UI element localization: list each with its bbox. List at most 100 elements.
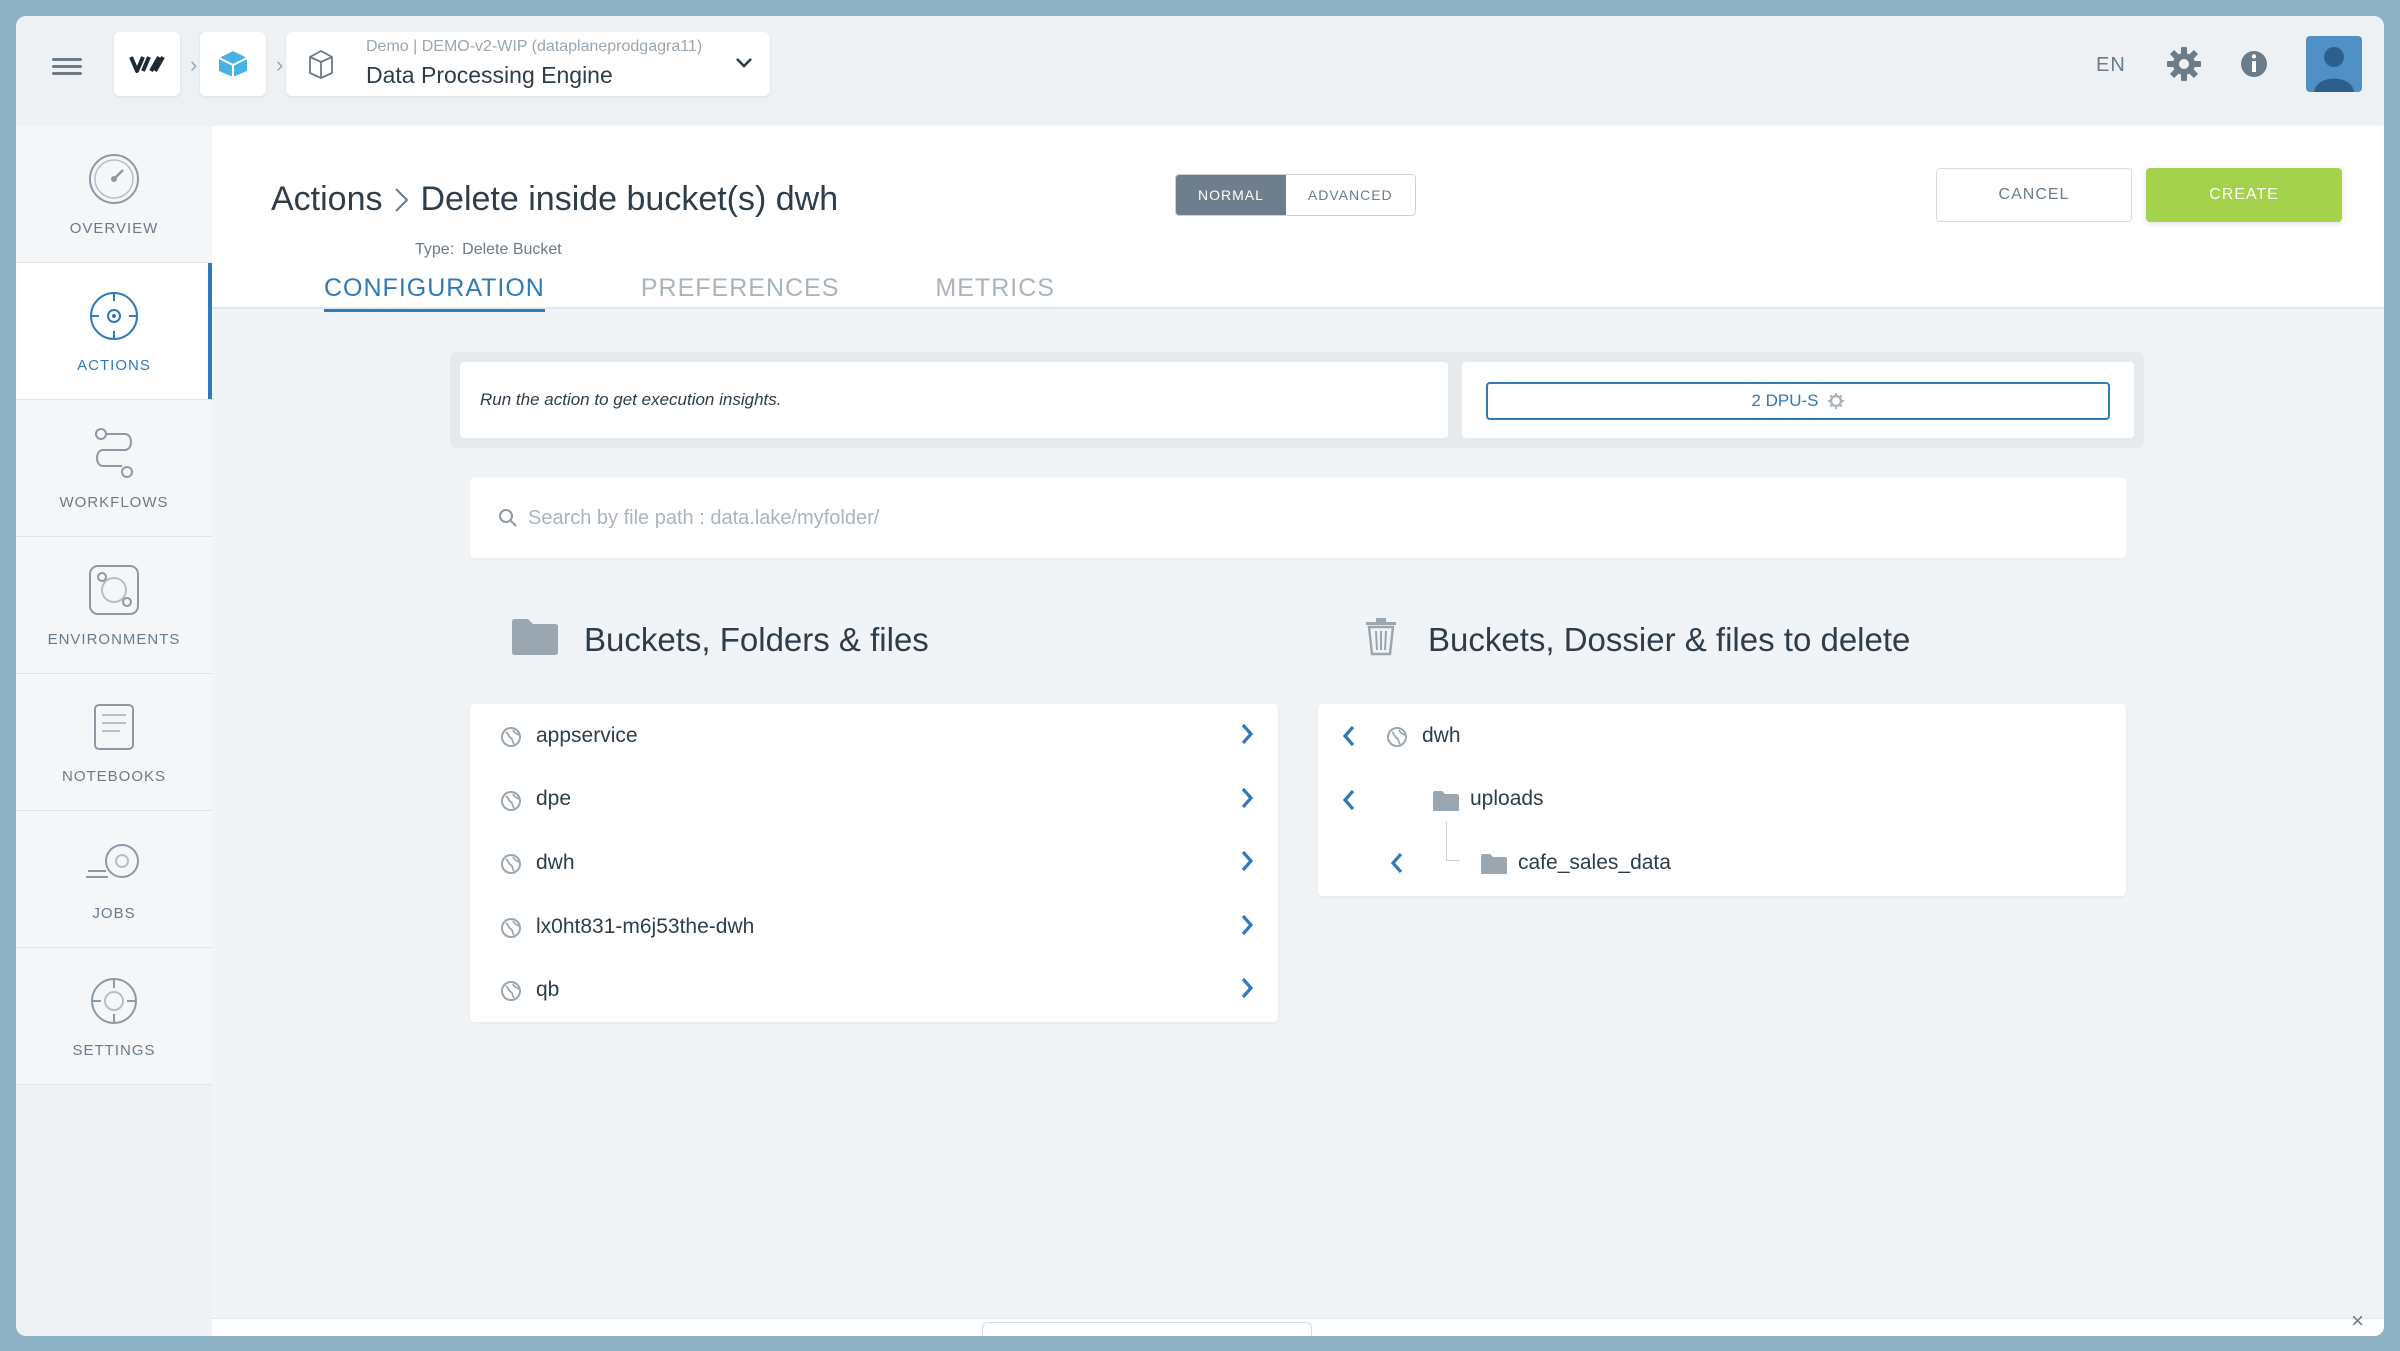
bucket-name: qb xyxy=(536,978,560,1002)
delete-row-uploads[interactable]: uploads xyxy=(1318,768,2126,832)
chevron-left-icon[interactable] xyxy=(1390,851,1404,875)
bucket-row-lx0ht831[interactable]: lx0ht831-m6j53the-dwh xyxy=(470,895,1278,959)
delete-item-name: cafe_sales_data xyxy=(1518,850,1671,874)
top-bar: › › Demo | DEMO-v2-WIP (dataplaneprodgag… xyxy=(16,16,2384,126)
bucket-globe-icon xyxy=(1387,727,1407,747)
notebook-icon xyxy=(94,703,134,750)
folder-icon xyxy=(1433,790,1459,811)
project-name: Data Processing Engine xyxy=(366,62,613,88)
delete-section-title: Buckets, Dossier & files to delete xyxy=(1428,621,1911,658)
tab-metrics[interactable]: METRICS xyxy=(935,274,1055,312)
sidebar-item-label: OVERVIEW xyxy=(69,219,159,237)
settings-icon xyxy=(91,977,137,1024)
action-type: Type: Delete Bucket xyxy=(415,241,562,259)
bucket-name: appservice xyxy=(536,723,638,747)
sidebar-item-label: ACTIONS xyxy=(77,356,151,374)
sidebar-item-label: NOTEBOOKS xyxy=(61,767,167,785)
bucket-row-appservice[interactable]: appservice xyxy=(470,704,1278,768)
bucket-name: dwh xyxy=(536,850,575,874)
sidebar-item-workflows[interactable]: WORKFLOWS xyxy=(16,400,212,537)
mode-toggle: NORMAL ADVANCED xyxy=(1175,174,1416,216)
tab-configuration[interactable]: CONFIGURATION xyxy=(324,274,545,312)
search-input[interactable] xyxy=(528,506,2028,530)
sidebar-item-label: WORKFLOWS xyxy=(59,493,169,511)
bucket-globe-icon xyxy=(501,854,521,875)
source-section-header: Buckets, Folders & files xyxy=(510,616,929,664)
delete-item-name: dwh xyxy=(1422,723,1461,747)
trash-icon xyxy=(1366,618,1396,656)
type-label: Type: xyxy=(415,241,455,258)
action-title: Delete inside bucket(s) dwh xyxy=(420,180,839,218)
project-meta: Demo | DEMO-v2-WIP (dataplaneprodgagra11… xyxy=(366,38,703,55)
chevron-right-icon xyxy=(394,187,408,212)
breadcrumb-separator: › xyxy=(190,52,198,77)
tab-bar: CONFIGURATION PREFERENCES METRICS xyxy=(324,274,1151,312)
info-icon[interactable] xyxy=(2234,44,2274,84)
gear-icon[interactable] xyxy=(2164,44,2204,84)
chevron-right-icon[interactable] xyxy=(1240,913,1254,937)
sidebar-item-label: JOBS xyxy=(92,904,136,922)
chevron-right-icon[interactable] xyxy=(1240,722,1254,746)
type-value: Delete Bucket xyxy=(462,241,562,258)
sidebar-item-settings[interactable]: SETTINGS xyxy=(16,948,212,1085)
mode-normal-button[interactable]: NORMAL xyxy=(1176,175,1286,215)
sidebar-item-actions[interactable]: ACTIONS xyxy=(16,263,212,400)
tree-connector xyxy=(1446,821,1460,862)
menu-icon[interactable] xyxy=(52,54,82,80)
dpu-button[interactable]: 2 DPU-S xyxy=(1486,382,2110,420)
chevron-down-icon[interactable] xyxy=(734,56,754,70)
user-avatar-icon xyxy=(2314,47,2354,92)
sidebar-item-environments[interactable]: ENVIRONMENTS xyxy=(16,537,212,674)
file-search-bar xyxy=(470,478,2126,558)
tab-preferences[interactable]: PREFERENCES xyxy=(641,274,840,312)
jobs-icon xyxy=(86,843,139,878)
breadcrumb-actions[interactable]: Actions xyxy=(271,180,383,219)
bucket-row-dwh[interactable]: dwh xyxy=(470,831,1278,895)
home-crumb[interactable] xyxy=(200,32,266,96)
sidebar-item-label: ENVIRONMENTS xyxy=(47,630,181,648)
page-title: Actions Delete inside bucket(s) dwh xyxy=(271,180,838,219)
folder-icon xyxy=(512,619,558,655)
sidebar-item-notebooks[interactable]: NOTEBOOKS xyxy=(16,674,212,811)
bucket-row-qb[interactable]: qb xyxy=(470,958,1278,1022)
folder-icon xyxy=(1481,854,1507,875)
search-icon xyxy=(499,509,517,527)
bucket-globe-icon xyxy=(501,727,521,747)
cog-icon xyxy=(1827,393,1844,409)
source-list: appservice dpe dwh lx0ht831-m6j53the-dwh xyxy=(470,704,1278,1022)
chevron-right-icon[interactable] xyxy=(1240,976,1254,1000)
mode-advanced-button[interactable]: ADVANCED xyxy=(1285,175,1415,215)
delete-section-header: Buckets, Dossier & files to delete xyxy=(1364,616,1910,664)
source-section-title: Buckets, Folders & files xyxy=(584,621,929,658)
avatar[interactable] xyxy=(2306,36,2362,92)
drawer-handle[interactable] xyxy=(982,1322,1312,1336)
chevron-right-icon[interactable] xyxy=(1240,849,1254,873)
breadcrumb-separator: › xyxy=(276,52,284,77)
sidebar: OVERVIEW ACTIONS WORKFLOWS ENVIRONMENTS … xyxy=(16,126,212,1085)
delete-row-cafe-sales-data[interactable]: cafe_sales_data xyxy=(1318,821,2126,895)
delete-row-dwh[interactable]: dwh xyxy=(1318,704,2126,768)
logo-icon xyxy=(129,56,165,73)
target-icon xyxy=(90,291,138,340)
sidebar-item-overview[interactable]: OVERVIEW xyxy=(16,126,212,263)
chevron-left-icon[interactable] xyxy=(1342,724,1356,748)
create-button[interactable]: CREATE xyxy=(2146,168,2342,222)
sidebar-item-label: SETTINGS xyxy=(72,1041,156,1059)
chevron-right-icon[interactable] xyxy=(1240,786,1254,810)
app-window: › › Demo | DEMO-v2-WIP (dataplaneprodgag… xyxy=(16,16,2384,1336)
cancel-button[interactable]: CANCEL xyxy=(1936,168,2132,222)
chevron-left-icon[interactable] xyxy=(1342,788,1356,812)
delete-list: dwh uploads cafe_sales_data xyxy=(1318,704,2126,896)
cube-icon xyxy=(218,51,248,77)
bucket-globe-icon xyxy=(501,790,521,811)
bucket-globe-icon xyxy=(501,981,521,1002)
language-selector[interactable]: EN xyxy=(2096,54,2126,77)
bucket-name: lx0ht831-m6j53the-dwh xyxy=(536,914,755,938)
action-header: Actions Delete inside bucket(s) dwh Type… xyxy=(212,126,2384,312)
gauge-icon xyxy=(89,153,139,204)
close-icon[interactable]: × xyxy=(2351,1308,2364,1334)
delete-item-name: uploads xyxy=(1470,787,1544,811)
sidebar-item-jobs[interactable]: JOBS xyxy=(16,811,212,948)
brand-logo[interactable] xyxy=(114,32,180,96)
bucket-row-dpe[interactable]: dpe xyxy=(470,768,1278,832)
